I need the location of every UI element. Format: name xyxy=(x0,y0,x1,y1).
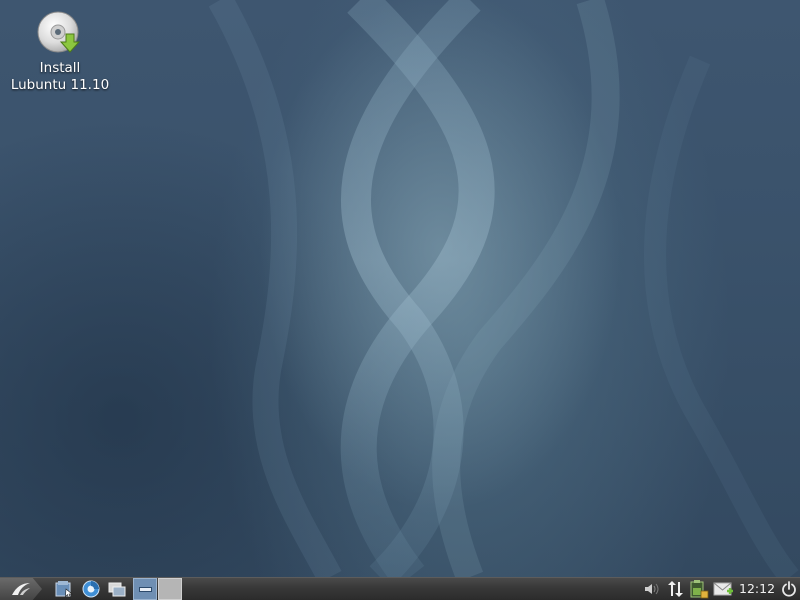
power-icon xyxy=(782,581,796,597)
show-desktop-launcher[interactable] xyxy=(105,578,129,600)
start-menu-button[interactable] xyxy=(0,578,42,600)
volume-icon xyxy=(645,583,659,595)
workspace-2-button[interactable] xyxy=(158,578,182,600)
desktop[interactable]: Install Lubuntu 11.10 xyxy=(0,0,800,577)
shutdown-button[interactable] xyxy=(778,578,800,600)
web-browser-launcher[interactable] xyxy=(79,578,103,600)
install-lubuntu-desktop-icon[interactable]: Install Lubuntu 11.10 xyxy=(8,10,112,94)
wallpaper-waves xyxy=(208,0,799,577)
file-manager-launcher[interactable] xyxy=(52,578,76,600)
clock[interactable]: 12:12 xyxy=(739,578,775,600)
mail-tray-button[interactable] xyxy=(712,578,736,600)
show-desktop-icon xyxy=(108,582,126,597)
icon-label-line-1: Install xyxy=(39,60,81,76)
install-lubuntu-label: Install Lubuntu 11.10 xyxy=(8,60,112,94)
lubuntu-logo-icon xyxy=(12,583,30,595)
workspace-1-button[interactable] xyxy=(133,578,157,600)
install-disc-icon xyxy=(37,11,81,53)
file-manager-icon xyxy=(55,581,73,598)
battery-tray-button[interactable] xyxy=(688,578,710,600)
taskbar-panel: 12:12 xyxy=(0,577,800,600)
workspace-window-indicator xyxy=(138,586,152,592)
web-browser-icon xyxy=(82,580,100,598)
volume-tray-button[interactable] xyxy=(641,578,663,600)
network-icon xyxy=(668,581,683,597)
network-tray-button[interactable] xyxy=(664,578,686,600)
icon-label-line-2: Lubuntu 11.10 xyxy=(10,77,110,93)
battery-icon xyxy=(690,580,709,599)
mail-icon xyxy=(713,582,733,596)
